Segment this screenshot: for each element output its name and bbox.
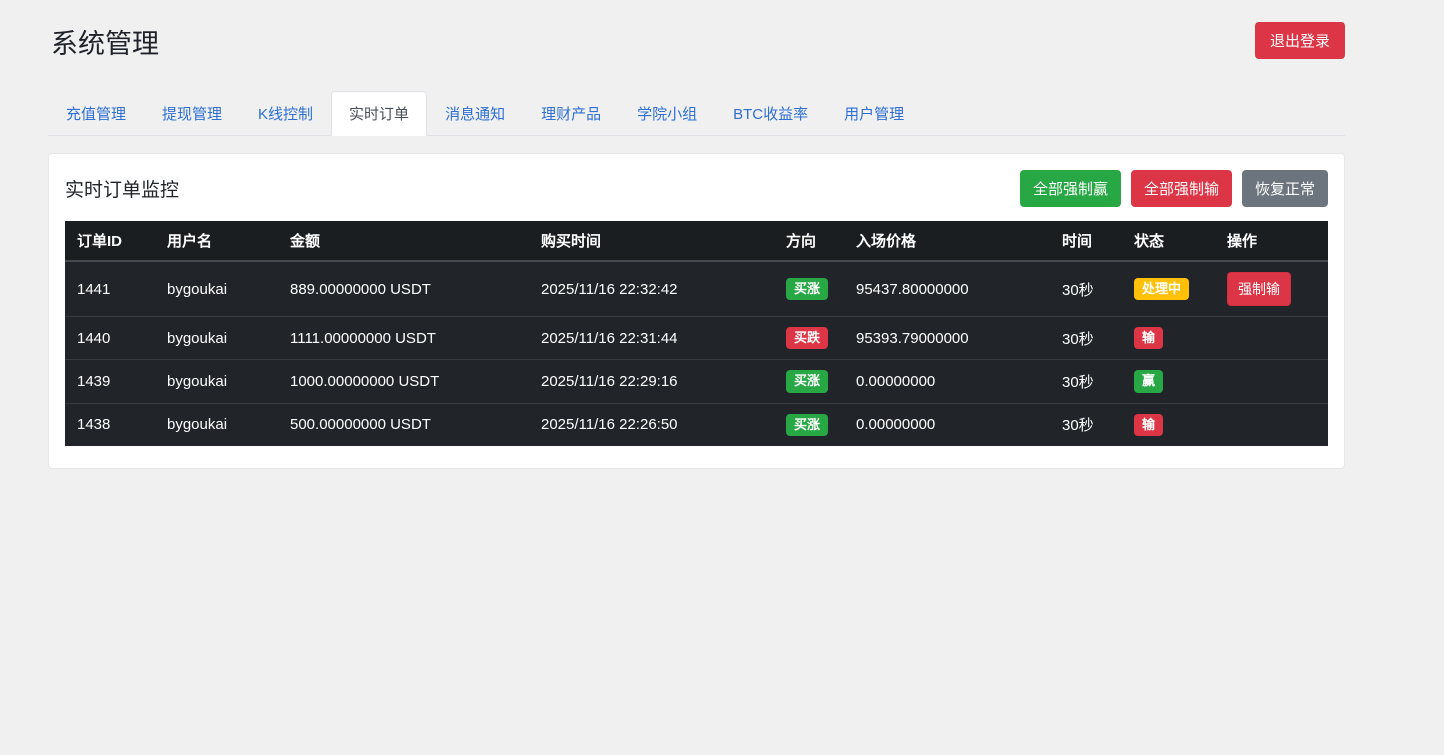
direction-badge: 买涨 (786, 370, 829, 393)
duration-cell: 30秒 (1050, 261, 1122, 317)
direction-cell: 买涨 (774, 261, 844, 317)
amount-cell: 889.00000000 USDT (278, 261, 529, 317)
tab-kline-control[interactable]: K线控制 (240, 91, 331, 136)
direction-badge: 买涨 (786, 413, 829, 436)
order-id-cell: 1439 (65, 359, 155, 404)
direction-cell: 买涨 (774, 359, 844, 404)
panel-title: 实时订单监控 (65, 180, 180, 201)
amount-cell: 1111.00000000 USDT (278, 315, 529, 360)
tab-wealth-products[interactable]: 理财产品 (523, 91, 619, 136)
username-cell: bygoukai (155, 359, 278, 404)
buy-time-cell: 2025/11/16 22:29:16 (529, 359, 774, 404)
duration-cell: 30秒 (1050, 359, 1122, 404)
force-all-win-button[interactable]: 全部强制赢 (1019, 170, 1121, 207)
col-header-amount: 金额 (278, 221, 529, 262)
page-header: 系统管理 退出登录 (48, 22, 1345, 61)
col-header-operation: 操作 (1215, 221, 1328, 262)
order-id-cell: 1438 (65, 402, 155, 446)
col-header-order-id: 订单ID (65, 221, 155, 262)
col-header-direction: 方向 (774, 221, 844, 262)
status-cell: 输 (1122, 315, 1215, 360)
username-cell: bygoukai (155, 402, 278, 446)
operation-cell (1215, 315, 1328, 360)
status-cell: 赢 (1122, 359, 1215, 404)
tab-message-notifications[interactable]: 消息通知 (427, 91, 523, 136)
orders-table-body: 1441 bygoukai 889.00000000 USDT 2025/11/… (65, 261, 1328, 446)
realtime-orders-panel: 实时订单监控 全部强制赢 全部强制输 恢复正常 订单ID 用户名 金额 购买时间… (48, 153, 1345, 469)
entry-price-cell: 0.00000000 (844, 402, 1050, 446)
restore-normal-button[interactable]: 恢复正常 (1241, 170, 1328, 207)
table-row: 1438 bygoukai 500.00000000 USDT 2025/11/… (65, 402, 1328, 446)
amount-cell: 1000.00000000 USDT (278, 359, 529, 404)
username-cell: bygoukai (155, 315, 278, 360)
buy-time-cell: 2025/11/16 22:26:50 (529, 402, 774, 446)
username-cell: bygoukai (155, 261, 278, 317)
table-row: 1439 bygoukai 1000.00000000 USDT 2025/11… (65, 359, 1328, 404)
header-row: 订单ID 用户名 金额 购买时间 方向 入场价格 时间 状态 操作 (65, 221, 1328, 262)
force-lose-button[interactable]: 强制输 (1227, 272, 1291, 306)
duration-cell: 30秒 (1050, 315, 1122, 360)
tab-academy-groups[interactable]: 学院小组 (619, 91, 715, 136)
tab-recharge-management[interactable]: 充值管理 (48, 91, 144, 136)
buy-time-cell: 2025/11/16 22:32:42 (529, 261, 774, 317)
tab-bar: 充值管理 提现管理 K线控制 实时订单 消息通知 理财产品 学院小组 BTC收益… (48, 91, 1345, 136)
logout-button[interactable]: 退出登录 (1254, 22, 1345, 59)
col-header-duration: 时间 (1050, 221, 1122, 262)
col-header-username: 用户名 (155, 221, 278, 262)
operation-cell: 强制输 (1215, 261, 1328, 317)
status-badge: 输 (1134, 327, 1164, 350)
direction-cell: 买跌 (774, 315, 844, 360)
status-badge: 输 (1134, 413, 1164, 436)
table-row: 1441 bygoukai 889.00000000 USDT 2025/11/… (65, 261, 1328, 317)
col-header-entry-price: 入场价格 (844, 221, 1050, 262)
page-title: 系统管理 (51, 29, 159, 59)
col-header-status: 状态 (1122, 221, 1215, 262)
tab-withdrawal-management[interactable]: 提现管理 (144, 91, 240, 136)
tab-btc-yield[interactable]: BTC收益率 (715, 91, 826, 136)
direction-badge: 买跌 (786, 327, 829, 350)
tab-realtime-orders[interactable]: 实时订单 (331, 91, 428, 136)
force-all-lose-button[interactable]: 全部强制输 (1130, 170, 1232, 207)
entry-price-cell: 95437.80000000 (844, 261, 1050, 317)
operation-cell (1215, 359, 1328, 404)
panel-header: 实时订单监控 全部强制赢 全部强制输 恢复正常 (65, 170, 1328, 207)
duration-cell: 30秒 (1050, 402, 1122, 446)
order-id-cell: 1441 (65, 261, 155, 317)
status-badge: 赢 (1134, 370, 1164, 393)
table-row: 1440 bygoukai 1111.00000000 USDT 2025/11… (65, 315, 1328, 360)
entry-price-cell: 0.00000000 (844, 359, 1050, 404)
amount-cell: 500.00000000 USDT (278, 402, 529, 446)
orders-table-head: 订单ID 用户名 金额 购买时间 方向 入场价格 时间 状态 操作 (65, 221, 1328, 262)
status-cell: 处理中 (1122, 261, 1215, 317)
panel-actions: 全部强制赢 全部强制输 恢复正常 (1019, 170, 1328, 207)
order-id-cell: 1440 (65, 315, 155, 360)
col-header-buy-time: 购买时间 (529, 221, 774, 262)
tab-user-management[interactable]: 用户管理 (826, 91, 922, 136)
direction-badge: 买涨 (786, 277, 829, 301)
page-container: 系统管理 退出登录 充值管理 提现管理 K线控制 实时订单 消息通知 理财产品 … (0, 0, 1444, 469)
status-badge: 处理中 (1134, 277, 1190, 301)
orders-table: 订单ID 用户名 金额 购买时间 方向 入场价格 时间 状态 操作 1441 b… (65, 221, 1328, 446)
status-cell: 输 (1122, 402, 1215, 446)
buy-time-cell: 2025/11/16 22:31:44 (529, 315, 774, 360)
direction-cell: 买涨 (774, 402, 844, 446)
operation-cell (1215, 402, 1328, 446)
entry-price-cell: 95393.79000000 (844, 315, 1050, 360)
